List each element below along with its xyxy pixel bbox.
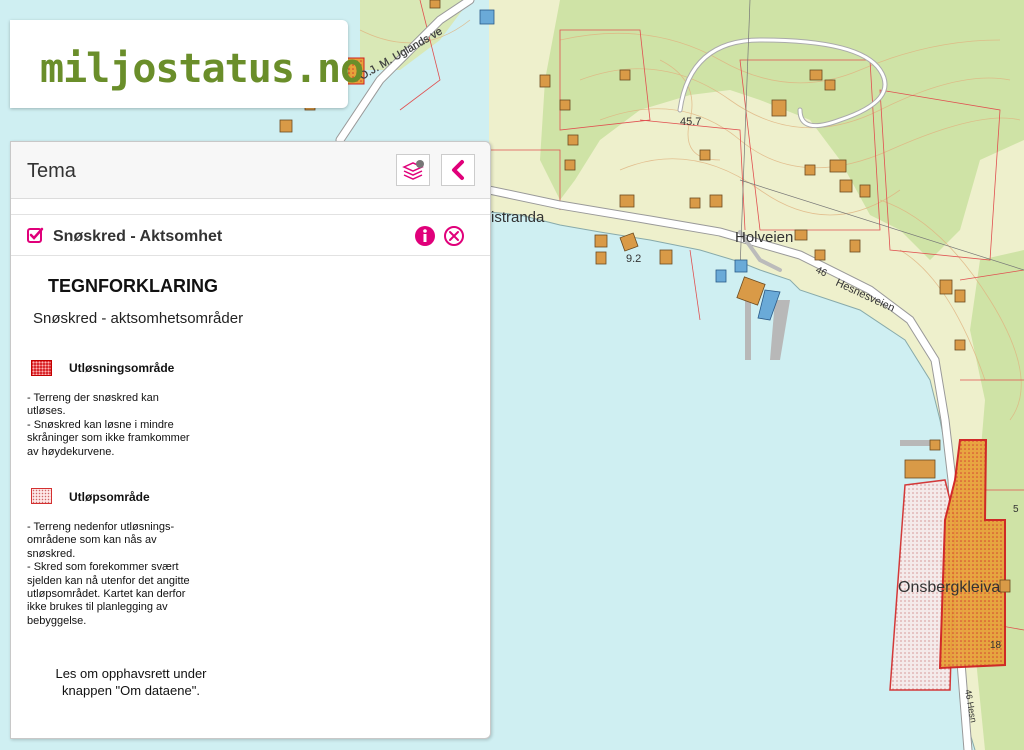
theme-panel: Tema Snøskred - Aktsomhet TEGNFORKLARING… [10, 141, 491, 739]
info-icon[interactable] [414, 225, 436, 247]
logo[interactable]: miljostatus.no [40, 46, 364, 92]
chevron-left-icon [452, 160, 464, 180]
layers-icon [402, 160, 424, 180]
legend-label-runout: Utløpsområde [69, 490, 150, 504]
legend-label-release: Utløsningsområde [69, 361, 175, 375]
map-label-elevation-18: 18 [990, 640, 1002, 651]
layer-name: Snøskred - Aktsomhet [53, 228, 223, 245]
legend-subtitle: Snøskred - aktsomhetsområder [33, 310, 244, 327]
map-label-elevation-457: 45.7 [680, 116, 701, 128]
map-label-onsbergkleiva: Onsbergkleiva [898, 579, 1000, 596]
copyright-note: Les om opphavsrett under knappen "Om dat… [55, 666, 207, 698]
logo-box[interactable]: miljostatus.no [10, 20, 364, 108]
legend-symbol-release [31, 360, 52, 376]
map-label-istranda: istranda [491, 209, 545, 226]
panel-title: Tema [27, 160, 76, 182]
legend-desc-runout: - Terreng nedenfor utløsnings- områdene … [27, 521, 190, 627]
legend-symbol-runout [31, 488, 52, 504]
panel-header: Tema [11, 142, 490, 199]
legend-desc-release: - Terreng der snøskred kan utløses. - Sn… [27, 392, 190, 458]
layer-row-snoskred[interactable]: Snøskred - Aktsomhet [11, 214, 490, 256]
remove-layer-icon[interactable] [443, 225, 465, 247]
map-label-edge-5: 5 [1013, 504, 1019, 515]
collapse-panel-button[interactable] [441, 154, 475, 186]
map-label-elevation-92: 9.2 [626, 253, 641, 265]
checkbox-checked-icon[interactable] [27, 227, 44, 244]
layers-button[interactable] [396, 154, 430, 186]
legend-title: TEGNFORKLARING [48, 276, 218, 296]
map-label-holveien: Holveien [735, 229, 793, 246]
